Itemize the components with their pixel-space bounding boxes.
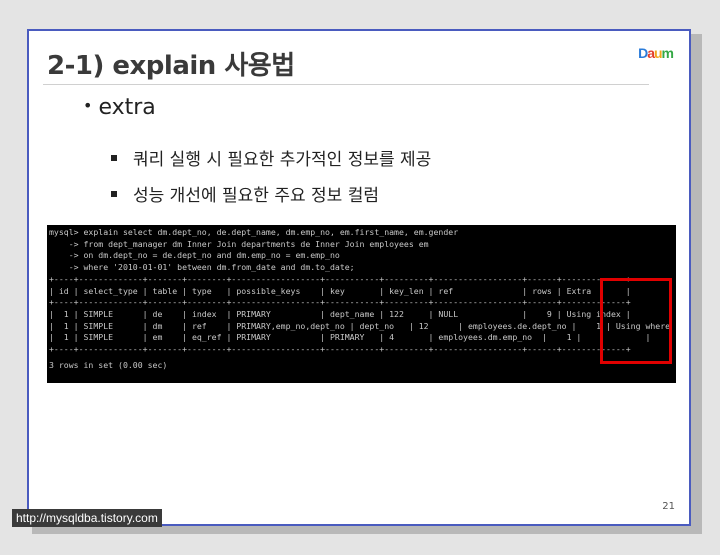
slide-title: 2-1) explain 사용법 xyxy=(47,51,295,81)
console-line: -> on dm.dept_no = de.dept_no and dm.emp… xyxy=(49,250,340,261)
bullet-text: extra xyxy=(98,95,156,120)
subbullet-text: 쿼리 실행 시 필요한 추가적인 정보를 제공 xyxy=(133,150,432,170)
page-number: 21 xyxy=(662,501,675,512)
subbullet-2: 성능 개선에 필요한 주요 정보 컬럼 xyxy=(111,181,379,206)
console-line: | 1 | SIMPLE | em | eq_ref | PRIMARY | P… xyxy=(49,332,651,343)
console-line: | 1 | SIMPLE | de | index | PRIMARY | de… xyxy=(49,308,631,319)
square-bullet-icon xyxy=(111,191,117,197)
watermark-url: http://mysqldba.tistory.com xyxy=(12,509,162,527)
logo-letter-1: D xyxy=(638,45,648,61)
extra-column-highlight xyxy=(600,278,672,364)
console-line: | id | select_type | table | type | poss… xyxy=(49,285,631,296)
console-line: mysql> explain select dm.dept_no, de.dep… xyxy=(49,227,459,237)
square-bullet-icon xyxy=(111,155,117,161)
logo-letter-2: a xyxy=(647,45,655,61)
mysql-console-screenshot: mysql> explain select dm.dept_no, de.dep… xyxy=(47,225,676,383)
subbullet-text: 성능 개선에 필요한 주요 정보 컬럼 xyxy=(133,186,379,206)
bullet-extra: • extra xyxy=(83,95,156,120)
console-line: +----+-------------+-------+--------+---… xyxy=(49,344,631,355)
logo-letter-3: u xyxy=(653,45,663,61)
console-line: +----+-------------+-------+--------+---… xyxy=(49,273,631,284)
console-line: -> where '2010-01-01' between dm.from_da… xyxy=(49,262,355,273)
console-line: +----+-------------+-------+--------+---… xyxy=(49,297,631,308)
console-line: | 1 | SIMPLE | dm | ref | PRIMARY,emp_no… xyxy=(49,320,676,331)
subbullet-1: 쿼리 실행 시 필요한 추가적인 정보를 제공 xyxy=(111,145,431,170)
logo-letter-4: m xyxy=(661,45,674,61)
console-line: -> from dept_manager dm Inner Join depar… xyxy=(49,238,429,249)
slide: 2-1) explain 사용법 Daum • extra 쿼리 실행 시 필요한… xyxy=(27,29,691,526)
console-line: 3 rows in set (0.00 sec) xyxy=(49,359,168,370)
daum-logo: Daum xyxy=(638,45,674,61)
bullet-dot-icon: • xyxy=(83,96,93,115)
title-divider xyxy=(43,84,649,85)
